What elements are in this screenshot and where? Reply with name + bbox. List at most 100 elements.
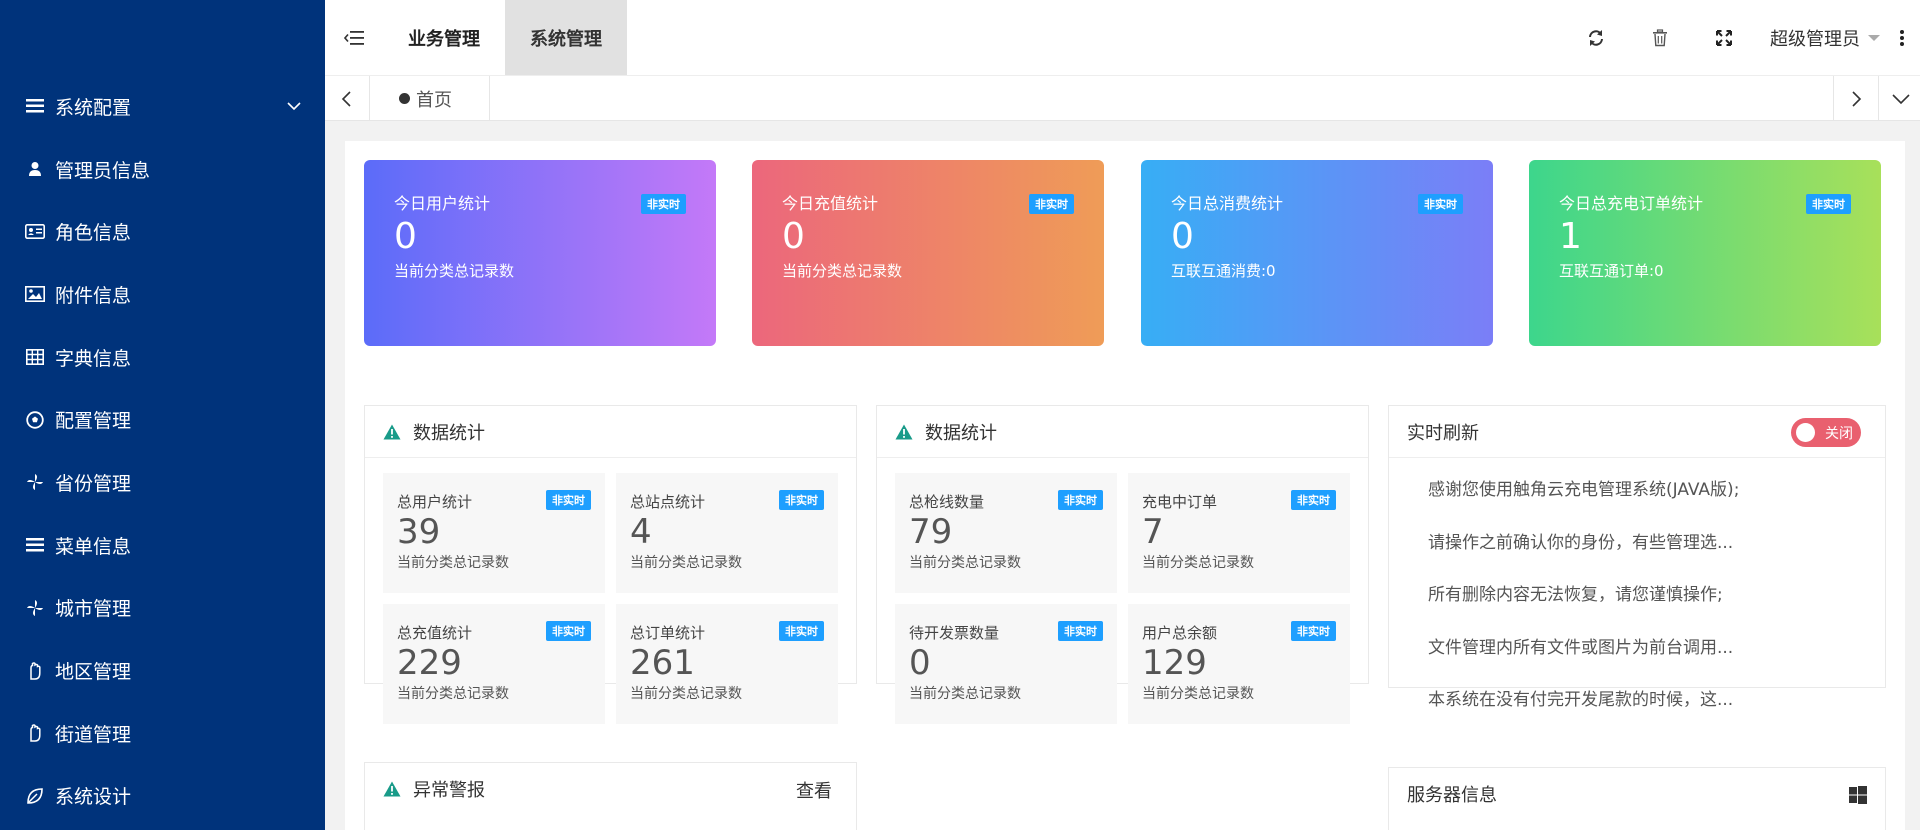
status-badge: 非实时 [779,621,824,641]
list-icon [25,96,45,116]
status-badge: 非实时 [1058,621,1103,641]
stat-cell-pending-invoices: 待开发票数量 非实时 0 当前分类总记录数 [895,604,1117,724]
trash-icon[interactable] [1628,0,1692,75]
sidebar-item-dictionary-info[interactable]: 字典信息 [0,326,325,389]
status-badge: 非实时 [779,490,824,510]
stat-cell-value: 261 [630,643,695,683]
warning-icon [895,424,913,440]
tab-home-label: 首页 [416,89,452,111]
sidebar-item-role-info[interactable]: 角色信息 [0,200,325,263]
view-alarms-link[interactable]: 查看 [796,777,832,803]
notice-item: 感谢您使用触角云充电管理系统(JAVA版); [1428,480,1740,500]
status-badge: 非实时 [546,490,591,510]
tab-home[interactable]: 首页 [370,76,490,121]
tabs-scroll-right-icon[interactable] [1833,76,1878,121]
stat-cell-subtitle: 当前分类总记录数 [397,555,509,571]
chevron-down-icon[interactable] [285,96,303,121]
stat-cell-subtitle: 当前分类总记录数 [1142,686,1254,702]
soccer-ball-icon [25,410,45,430]
fullscreen-icon[interactable] [1692,0,1756,75]
list-icon [25,535,45,555]
leaf-icon [25,786,45,806]
notice-item: 文件管理内所有文件或图片为前台调用... [1428,637,1734,658]
sidebar-item-label: 街道管理 [55,723,132,746]
stat-cell-subtitle: 当前分类总记录数 [1142,555,1254,571]
panel-title: 数据统计 [925,422,997,444]
status-badge: 非实时 [1418,194,1463,214]
notice-item: 请操作之前确认你的身份，有些管理选... [1428,532,1734,553]
hand-icon [25,661,45,681]
stat-cell-total-guns: 总枪线数量 非实时 79 当前分类总记录数 [895,473,1117,593]
table-icon [25,347,45,367]
sidebar-item-label: 地区管理 [55,661,132,684]
hand-icon [25,723,45,743]
refresh-icon[interactable] [1564,0,1628,75]
stat-cell-value: 4 [630,512,652,552]
stat-cell-value: 79 [909,512,953,552]
stat-cell-value: 0 [909,643,931,683]
stat-cell-subtitle: 当前分类总记录数 [909,555,1021,571]
sidebar-item-region-management[interactable]: 地区管理 [0,639,325,702]
image-icon [25,284,45,304]
stat-cell-total-orders: 总订单统计 非实时 261 当前分类总记录数 [616,604,838,724]
stat-cell-value: 229 [397,643,462,683]
pinwheel-icon [25,472,45,492]
status-badge: 非实时 [1029,194,1074,214]
panel-header: 数据统计 [877,406,1368,458]
status-badge: 非实时 [546,621,591,641]
warning-icon [383,424,401,440]
sidebar-item-label: 省份管理 [55,472,132,495]
panel-header: 服务器信息 [1389,768,1885,820]
realtime-toggle-switch[interactable]: 关闭 [1791,418,1861,447]
stat-cell-subtitle: 当前分类总记录数 [397,686,509,702]
sidebar-item-config-management[interactable]: 配置管理 [0,388,325,451]
panel-title: 服务器信息 [1407,785,1497,806]
sidebar-item-menu-info[interactable]: 菜单信息 [0,514,325,577]
tabs-scroll-left-icon[interactable] [325,76,370,121]
sidebar-item-street-management[interactable]: 街道管理 [0,702,325,765]
sidebar-item-label: 系统设计 [55,786,132,809]
user-icon [25,159,45,179]
logo [0,0,325,75]
stat-cell-value: 7 [1142,512,1164,552]
sidebar-item-system-config[interactable]: 系统配置 [0,75,325,138]
tabs-dropdown-icon[interactable] [1878,76,1920,121]
windows-icon [1849,786,1867,809]
stat-card-subtitle: 互联互通订单:0 [1559,262,1664,280]
top-tab-system[interactable]: 系统管理 [505,0,627,75]
panel-title: 数据统计 [413,422,485,444]
stat-cell-user-balance: 用户总余额 非实时 129 当前分类总记录数 [1128,604,1350,724]
server-info-panel: 服务器信息 [1388,767,1886,830]
sidebar-item-province-management[interactable]: 省份管理 [0,451,325,514]
sidebar-item-system-design[interactable]: 系统设计 [0,765,325,828]
caret-down-icon [1868,34,1880,41]
sidebar-item-city-management[interactable]: 城市管理 [0,577,325,640]
status-badge: 非实时 [1291,490,1336,510]
sidebar-item-label: 系统配置 [55,96,132,119]
sidebar-item-label: 菜单信息 [55,535,132,558]
warning-icon [383,781,401,797]
user-menu[interactable]: 超级管理员 [1756,0,1884,75]
sidebar-item-attachment-info[interactable]: 附件信息 [0,263,325,326]
top-tab-business[interactable]: 业务管理 [383,0,505,75]
status-badge: 非实时 [641,194,686,214]
data-stats-panel-2: 数据统计 总枪线数量 非实时 79 当前分类总记录数 充电中订单 非实时 7 当… [876,405,1369,724]
stat-cell-subtitle: 当前分类总记录数 [630,686,742,702]
user-name: 超级管理员 [1770,28,1860,50]
stat-card-today-charge-orders: 今日总充电订单统计 非实时 1 互联互通订单:0 [1529,160,1881,346]
menu-toggle-icon[interactable] [325,0,383,75]
switch-label: 关闭 [1825,425,1853,442]
status-badge: 非实时 [1291,621,1336,641]
sidebar-item-label: 管理员信息 [55,159,151,182]
stat-cell-value: 129 [1142,643,1207,683]
sidebar-item-label: 角色信息 [55,222,132,245]
sidebar-item-label: 配置管理 [55,410,132,433]
sidebar: 系统配置 管理员信息 角色信息 附件信息 字典信息 配置管理 省份管理 菜单信息… [0,0,325,830]
data-stats-panel-1: 数据统计 总用户统计 非实时 39 当前分类总记录数 总站点统计 非实时 4 当… [364,405,857,724]
stat-card-today-recharge: 今日充值统计 非实时 0 当前分类总记录数 [752,160,1104,346]
stat-cell-total-stations: 总站点统计 非实时 4 当前分类总记录数 [616,473,838,593]
sidebar-menu: 系统配置 管理员信息 角色信息 附件信息 字典信息 配置管理 省份管理 菜单信息… [0,75,325,827]
sidebar-item-admin-info[interactable]: 管理员信息 [0,138,325,201]
realtime-refresh-panel: 实时刷新 关闭 感谢您使用触角云充电管理系统(JAVA版); 请操作之前确认你的… [1388,405,1886,710]
more-vertical-icon[interactable] [1884,0,1920,75]
